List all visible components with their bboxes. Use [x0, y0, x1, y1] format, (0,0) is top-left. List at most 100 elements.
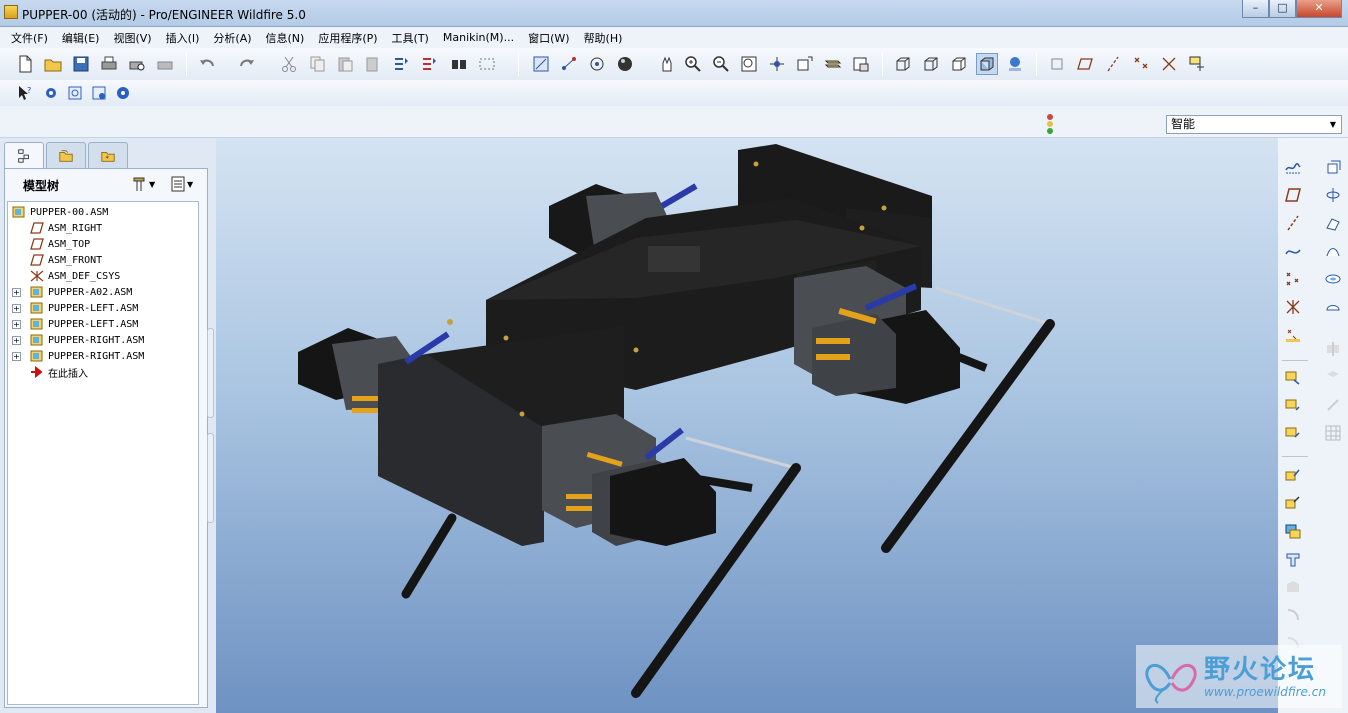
tree-item-asm-def-csys[interactable]: ASM_DEF_CSYS: [30, 268, 120, 284]
tree-show-button[interactable]: ▼: [169, 174, 199, 194]
orient-mode-icon[interactable]: [586, 53, 608, 75]
select-box-icon[interactable]: [476, 53, 498, 75]
appearance-sphere-icon[interactable]: [614, 53, 636, 75]
open-folder-icon[interactable]: [42, 53, 64, 75]
round-icon[interactable]: [1282, 576, 1304, 598]
expand-toggle[interactable]: +: [12, 288, 21, 297]
tree-item-root[interactable]: PUPPER-00.ASM: [12, 204, 108, 220]
parameters-icon[interactable]: [112, 82, 134, 104]
zoom-in-icon[interactable]: [682, 53, 704, 75]
csys-display-icon[interactable]: [1158, 53, 1180, 75]
tree-item-asm-front[interactable]: ASM_FRONT: [30, 252, 102, 268]
panel-splitter-handle[interactable]: [207, 328, 214, 418]
tree-item-pupper-a02[interactable]: PUPPER-A02.ASM: [30, 284, 132, 300]
close-button[interactable]: ✕: [1296, 0, 1342, 18]
context-help-icon[interactable]: ?: [14, 82, 36, 104]
hidden-line-icon[interactable]: [920, 53, 942, 75]
tree-settings-button[interactable]: ▼: [131, 174, 161, 194]
tree-item-asm-right[interactable]: ASM_RIGHT: [30, 220, 102, 236]
mirror-icon[interactable]: [1322, 338, 1344, 360]
settings-gear-icon[interactable]: [40, 82, 62, 104]
regenerate-icon[interactable]: [390, 53, 412, 75]
print-icon[interactable]: [98, 53, 120, 75]
maximize-button[interactable]: □: [1269, 0, 1296, 18]
tree-item-asm-top[interactable]: ASM_TOP: [30, 236, 90, 252]
sketch-icon[interactable]: [1282, 156, 1304, 178]
tab-model-tree[interactable]: [4, 142, 44, 168]
relations-icon[interactable]: [88, 82, 110, 104]
component-interface-icon[interactable]: [1282, 520, 1304, 542]
save-icon[interactable]: [70, 53, 92, 75]
shell-icon[interactable]: [1322, 296, 1344, 318]
repeat-component-icon[interactable]: [1282, 492, 1304, 514]
tree-item-pupper-left-1[interactable]: PUPPER-LEFT.ASM: [30, 300, 138, 316]
datum-plane-on-icon[interactable]: [1074, 53, 1096, 75]
graphics-window[interactable]: [216, 138, 1278, 713]
view-manager-icon[interactable]: [850, 53, 872, 75]
tree-item-pupper-left-2[interactable]: PUPPER-LEFT.ASM: [30, 316, 138, 332]
find-binoculars-icon[interactable]: [448, 53, 470, 75]
shading-icon[interactable]: [976, 53, 998, 75]
undo-icon[interactable]: [196, 53, 218, 75]
revolve-icon[interactable]: [1322, 184, 1344, 206]
menu-view[interactable]: 视图(V): [106, 30, 158, 46]
extrude-icon[interactable]: [1322, 156, 1344, 178]
blend-icon[interactable]: [1322, 240, 1344, 262]
menu-insert[interactable]: 插入(I): [159, 30, 207, 46]
menu-info[interactable]: 信息(N): [259, 30, 312, 46]
tree-item-pupper-right-2[interactable]: PUPPER-RIGHT.ASM: [30, 348, 144, 364]
selection-filter-dropdown[interactable]: 智能 ▼: [1166, 115, 1342, 134]
menu-manikin[interactable]: Manikin(M)...: [436, 31, 521, 44]
assembly-feature-icon[interactable]: [1282, 464, 1304, 486]
csys-tool-icon[interactable]: [1282, 296, 1304, 318]
expand-toggle[interactable]: +: [12, 352, 21, 361]
proe-app-icon[interactable]: [4, 5, 18, 19]
saved-views-icon[interactable]: [794, 53, 816, 75]
enhanced-realism-icon[interactable]: [1004, 53, 1026, 75]
trim-icon[interactable]: [1322, 394, 1344, 416]
menu-window[interactable]: 窗口(W): [521, 30, 576, 46]
assemble-component-icon[interactable]: [1282, 366, 1304, 388]
create-component-icon[interactable]: [1282, 394, 1304, 416]
hole-icon[interactable]: [1322, 268, 1344, 290]
zoom-out-icon[interactable]: [710, 53, 732, 75]
menu-edit[interactable]: 编辑(E): [55, 30, 107, 46]
repaint-icon[interactable]: [530, 53, 552, 75]
chamfer-icon[interactable]: [1282, 604, 1304, 626]
copy-icon[interactable]: [306, 53, 328, 75]
refit-icon[interactable]: [738, 53, 760, 75]
datum-axis-display-icon[interactable]: [1102, 53, 1124, 75]
menu-applications[interactable]: 应用程序(P): [311, 30, 384, 46]
model-setup-icon[interactable]: [64, 82, 86, 104]
tab-favorites[interactable]: *: [88, 142, 128, 168]
tree-item-pupper-right-1[interactable]: PUPPER-RIGHT.ASM: [30, 332, 144, 348]
datum-plane-tool-icon[interactable]: [1282, 184, 1304, 206]
tab-folder-browser[interactable]: [46, 142, 86, 168]
cut-icon[interactable]: [278, 53, 300, 75]
expand-toggle[interactable]: +: [12, 304, 21, 313]
merge-icon[interactable]: [1322, 366, 1344, 388]
paste-icon[interactable]: [334, 53, 356, 75]
minimize-button[interactable]: –: [1242, 0, 1269, 18]
expand-toggle[interactable]: +: [12, 320, 21, 329]
pan-hand-icon[interactable]: [656, 53, 678, 75]
menu-tools[interactable]: 工具(T): [385, 30, 436, 46]
reorient-icon[interactable]: [766, 53, 788, 75]
regeneration-manager-icon[interactable]: [418, 53, 440, 75]
cut-out-icon[interactable]: [1282, 548, 1304, 570]
datum-plane-display-icon[interactable]: [1046, 53, 1068, 75]
send-mail-icon[interactable]: [154, 53, 176, 75]
datum-axis-tool-icon[interactable]: [1282, 212, 1304, 234]
new-file-icon[interactable]: [14, 53, 36, 75]
pattern-icon[interactable]: [1322, 422, 1344, 444]
menu-file[interactable]: 文件(F): [4, 30, 55, 46]
menu-help[interactable]: 帮助(H): [577, 30, 630, 46]
datum-point-tool-icon[interactable]: [1282, 268, 1304, 290]
layers-icon[interactable]: [822, 53, 844, 75]
package-component-icon[interactable]: [1282, 422, 1304, 444]
tree-item-insert-here[interactable]: 在此插入: [30, 364, 88, 380]
analysis-tool-icon[interactable]: [1282, 324, 1304, 346]
print-preview-icon[interactable]: [126, 53, 148, 75]
panel-splitter-handle[interactable]: [207, 433, 214, 523]
expand-toggle[interactable]: +: [12, 336, 21, 345]
